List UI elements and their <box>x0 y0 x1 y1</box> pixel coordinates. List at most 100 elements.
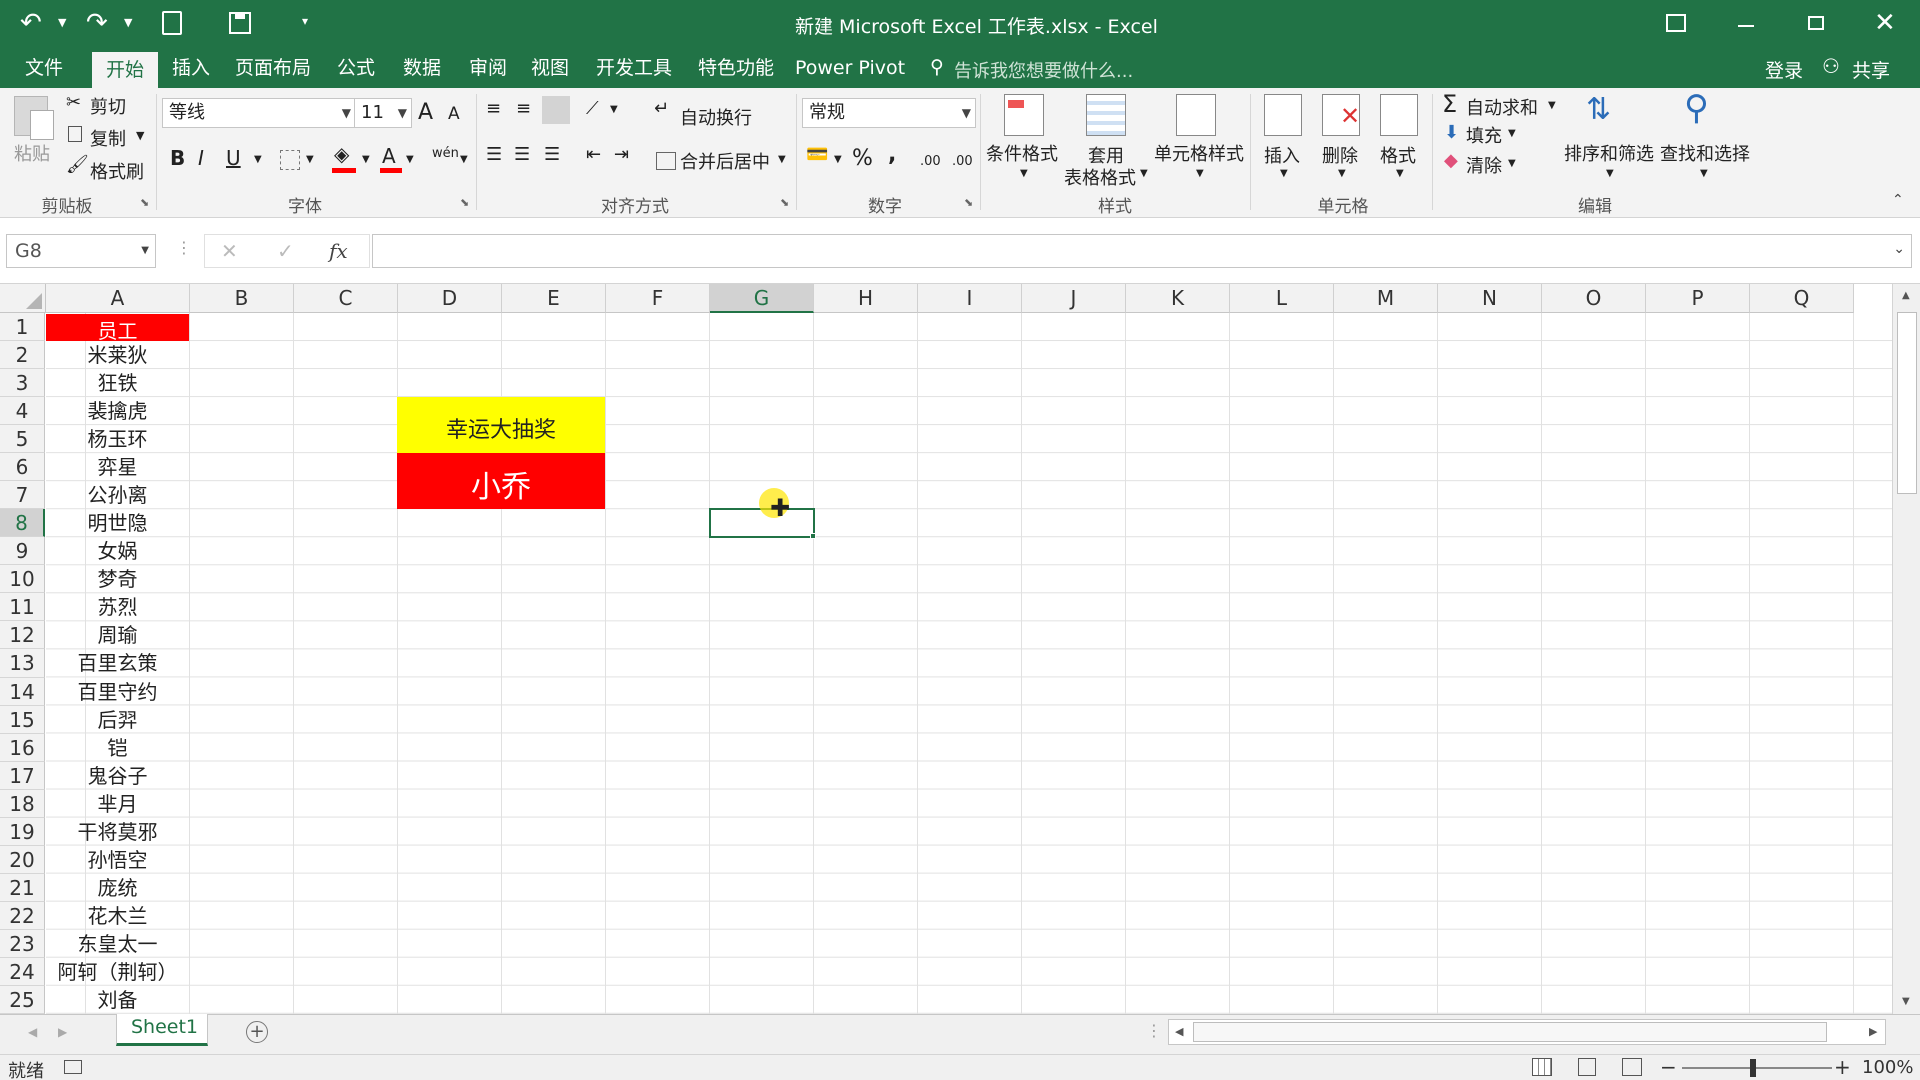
row-header-12[interactable]: 12 <box>0 621 45 650</box>
share-button[interactable]: 共享 <box>1852 56 1890 83</box>
close-icon[interactable]: ✕ <box>1874 8 1896 38</box>
row-header-15[interactable]: 15 <box>0 705 45 734</box>
row-header-7[interactable]: 7 <box>0 481 45 510</box>
expand-formula-bar-icon[interactable]: ⌄ <box>1893 241 1905 257</box>
sign-in-link[interactable]: 登录 <box>1765 56 1803 83</box>
wrap-text-button[interactable]: 自动换行 <box>680 104 752 130</box>
employee-cell[interactable]: 阿轲（荆轲） <box>46 958 189 986</box>
find-select-dropdown-icon[interactable]: ▼ <box>1700 168 1708 179</box>
employee-cell[interactable]: 刘备 <box>46 986 189 1014</box>
delete-dropdown-icon[interactable]: ▼ <box>1338 168 1346 179</box>
new-sheet-button[interactable]: + <box>246 1021 268 1043</box>
font-size-select[interactable]: 11 ▼ <box>354 98 412 128</box>
increase-decimal-button[interactable]: .00 <box>920 154 941 169</box>
customize-toolbar-icon[interactable]: ▾ <box>302 14 308 28</box>
tab-special-features[interactable]: 特色功能 <box>692 48 780 88</box>
scroll-left-icon[interactable]: ◀ <box>1175 1025 1183 1038</box>
copy-dropdown-icon[interactable]: ▼ <box>136 129 144 142</box>
font-name-select[interactable]: 等线 ▼ <box>162 98 356 128</box>
tab-data[interactable]: 数据 <box>396 48 448 88</box>
ribbon-display-options-icon[interactable] <box>1666 14 1686 32</box>
alignment-launcher-icon[interactable]: ⬊ <box>780 196 789 209</box>
column-header-m[interactable]: M <box>1334 284 1438 313</box>
column-header-l[interactable]: L <box>1230 284 1334 313</box>
zoom-slider-thumb[interactable] <box>1750 1059 1756 1077</box>
insert-function-button[interactable]: fx <box>329 239 348 263</box>
tab-page-layout[interactable]: 页面布局 <box>230 48 316 88</box>
column-header-o[interactable]: O <box>1542 284 1646 313</box>
row-header-24[interactable]: 24 <box>0 957 45 986</box>
sheet-tab-sheet1[interactable]: Sheet1 <box>116 1014 208 1046</box>
zoom-out-icon[interactable]: − <box>1660 1055 1677 1079</box>
sort-filter-icon[interactable]: ⇅ <box>1586 92 1611 127</box>
column-header-h[interactable]: H <box>814 284 918 313</box>
tab-insert[interactable]: 插入 <box>164 48 218 88</box>
employee-cell[interactable]: 女娲 <box>46 537 189 565</box>
cut-button[interactable]: 剪切 <box>90 93 126 119</box>
italic-button[interactable]: I <box>198 146 204 170</box>
scroll-right-icon[interactable]: ▶ <box>1869 1025 1877 1038</box>
insert-dropdown-icon[interactable]: ▼ <box>1280 168 1288 179</box>
conditional-dropdown-icon[interactable]: ▼ <box>1020 168 1028 179</box>
cells-area[interactable] <box>46 313 1892 1014</box>
row-header-5[interactable]: 5 <box>0 425 45 454</box>
decrease-decimal-button[interactable]: .00 <box>952 154 973 169</box>
row-header-13[interactable]: 13 <box>0 649 45 678</box>
row-header-21[interactable]: 21 <box>0 873 45 902</box>
orientation-icon[interactable]: ⟋ <box>586 98 599 119</box>
minimize-icon[interactable] <box>1738 25 1754 27</box>
horizontal-scrollbar[interactable]: ◀ ▶ <box>1168 1019 1886 1045</box>
format-cells-icon[interactable] <box>1380 94 1418 136</box>
column-header-k[interactable]: K <box>1126 284 1230 313</box>
column-header-a[interactable]: A <box>46 284 190 313</box>
number-launcher-icon[interactable]: ⬊ <box>964 196 973 209</box>
fill-button[interactable]: 填充 <box>1466 122 1502 148</box>
format-as-table-dropdown-icon[interactable]: ▼ <box>1140 168 1148 179</box>
format-cells-button[interactable]: 格式 <box>1380 142 1416 168</box>
employee-cell[interactable]: 东皇太一 <box>46 930 189 958</box>
employee-cell[interactable]: 苏烈 <box>46 593 189 621</box>
find-select-icon[interactable]: ⚲ <box>1684 88 1709 128</box>
row-header-25[interactable]: 25 <box>0 985 45 1014</box>
column-header-p[interactable]: P <box>1646 284 1750 313</box>
align-top-icon[interactable]: ≡ <box>486 98 501 119</box>
underline-button[interactable]: U <box>226 146 241 170</box>
employee-cell[interactable]: 米莱狄 <box>46 341 189 369</box>
align-left-icon[interactable]: ☰ <box>486 144 502 165</box>
page-layout-view-icon[interactable] <box>1578 1058 1596 1076</box>
fill-color-icon[interactable]: ◈ <box>334 142 349 166</box>
column-header-j[interactable]: J <box>1022 284 1126 313</box>
row-header-9[interactable]: 9 <box>0 537 45 566</box>
phonetic-guide-button[interactable]: wén <box>432 146 459 161</box>
increase-indent-icon[interactable]: ⇥ <box>614 144 629 165</box>
row-header-11[interactable]: 11 <box>0 593 45 622</box>
tab-file[interactable]: 文件 <box>14 48 74 88</box>
vertical-scrollbar[interactable]: ▲ ▼ <box>1892 284 1920 1014</box>
percent-style-button[interactable]: % <box>852 146 873 171</box>
comma-style-button[interactable]: , <box>888 142 896 167</box>
find-select-button[interactable]: 查找和选择 <box>1660 140 1750 166</box>
restore-icon[interactable] <box>1808 16 1824 30</box>
borders-dropdown-icon[interactable]: ▼ <box>306 154 314 165</box>
row-header-16[interactable]: 16 <box>0 733 45 762</box>
row-header-3[interactable]: 3 <box>0 369 45 398</box>
employee-cell[interactable]: 庞统 <box>46 874 189 902</box>
employee-cell[interactable]: 公孙离 <box>46 481 189 509</box>
format-painter-button[interactable]: 格式刷 <box>90 158 144 184</box>
column-header-e[interactable]: E <box>502 284 606 313</box>
tab-power-pivot[interactable]: Power Pivot <box>794 48 906 88</box>
redo-dropdown-icon[interactable]: ▼ <box>124 16 132 29</box>
row-header-18[interactable]: 18 <box>0 789 45 818</box>
bold-button[interactable]: B <box>170 146 185 170</box>
tell-me-search[interactable]: 告诉我您想要做什么... <box>954 57 1133 83</box>
font-color-icon[interactable]: A <box>382 144 396 168</box>
employee-cell[interactable]: 花木兰 <box>46 902 189 930</box>
clipboard-launcher-icon[interactable]: ⬊ <box>140 196 149 209</box>
employee-cell[interactable]: 芈月 <box>46 790 189 818</box>
tab-home[interactable]: 开始 <box>92 52 158 88</box>
scroll-down-icon[interactable]: ▼ <box>1902 996 1910 1007</box>
autosum-dropdown-icon[interactable]: ▼ <box>1548 100 1556 111</box>
macro-record-icon[interactable] <box>64 1060 82 1074</box>
merge-dropdown-icon[interactable]: ▼ <box>778 154 786 165</box>
prev-sheet-icon[interactable]: ◀ <box>28 1025 37 1039</box>
